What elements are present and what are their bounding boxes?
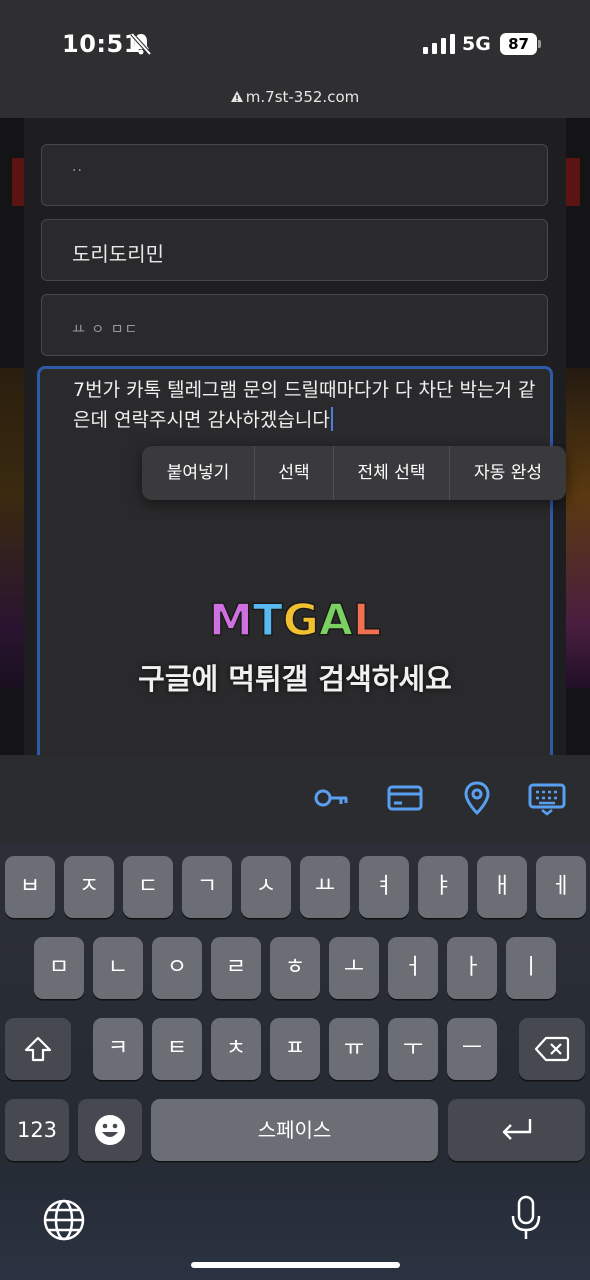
key-ㅡ[interactable]: ㅡ — [447, 1018, 497, 1080]
home-indicator[interactable] — [191, 1262, 400, 1268]
watermark-tagline: 구글에 먹튀갤 검색하세요 — [138, 662, 452, 696]
text-context-menu: 붙여넣기 선택 전체 선택 자동 완성 — [142, 446, 566, 500]
key-ㅏ[interactable]: ㅏ — [447, 937, 497, 999]
bell-off-icon — [130, 32, 152, 56]
key-ㅗ[interactable]: ㅗ — [329, 937, 379, 999]
message-textarea[interactable]: 7번가 카톡 텔레그램 문의 드릴때마다가 다 차단 박는거 같은데 연락주시면… — [37, 366, 553, 766]
key-ㅎ[interactable]: ㅎ — [270, 937, 320, 999]
input-field-1[interactable]: ·· — [41, 144, 548, 206]
context-paste[interactable]: 붙여넣기 — [142, 446, 255, 500]
key-ㅓ[interactable]: ㅓ — [388, 937, 438, 999]
input-field-1-value: ·· — [72, 163, 83, 179]
key-ㅅ[interactable]: ㅅ — [241, 856, 291, 918]
key-ㅔ[interactable]: ㅔ — [536, 856, 586, 918]
warning-icon — [230, 91, 243, 102]
text-caret — [330, 407, 333, 431]
input-field-3-value: ㅛ ㅇ ㅁㄷ — [72, 322, 139, 338]
key-icon[interactable] — [313, 779, 351, 817]
return-arrow-icon — [502, 1119, 531, 1140]
nickname-value: 도리도리민 — [72, 242, 164, 266]
key-ㄹ[interactable]: ㄹ — [211, 937, 261, 999]
key-ㅜ[interactable]: ㅜ — [388, 1018, 438, 1080]
key-ㅌ[interactable]: ㅌ — [152, 1018, 202, 1080]
credit-card-icon[interactable] — [386, 779, 424, 817]
cellular-signal-icon — [423, 34, 455, 54]
key-ㅈ[interactable]: ㅈ — [64, 856, 114, 918]
status-bar: 10:51 5G 87 m.7st-352.com — [0, 0, 590, 118]
network-type: 5G — [462, 33, 491, 55]
key-ㅇ[interactable]: ㅇ — [152, 937, 202, 999]
mtgal-watermark-logo: MTGAL — [208, 595, 382, 647]
key-ㅍ[interactable]: ㅍ — [270, 1018, 320, 1080]
key-ㅕ[interactable]: ㅕ — [359, 856, 409, 918]
key-ㅑ[interactable]: ㅑ — [418, 856, 468, 918]
emoji-key[interactable] — [78, 1099, 142, 1161]
url-text: m.7st-352.com — [245, 88, 360, 106]
delete-key[interactable] — [519, 1018, 585, 1080]
microphone-icon[interactable] — [506, 1194, 546, 1242]
input-field-3[interactable]: ㅛ ㅇ ㅁㄷ — [41, 294, 548, 356]
globe-icon[interactable] — [42, 1198, 86, 1242]
emoji-smiley-icon — [95, 1115, 125, 1145]
autofill-bar — [0, 755, 590, 843]
return-key[interactable] — [448, 1099, 585, 1161]
key-ㅋ[interactable]: ㅋ — [93, 1018, 143, 1080]
battery-icon: 87 — [500, 33, 542, 55]
context-autofill[interactable]: 자동 완성 — [450, 446, 566, 500]
key-ㄴ[interactable]: ㄴ — [93, 937, 143, 999]
location-pin-icon[interactable] — [458, 779, 496, 817]
key-ㄷ[interactable]: ㄷ — [123, 856, 173, 918]
key-ㅐ[interactable]: ㅐ — [477, 856, 527, 918]
context-select[interactable]: 선택 — [255, 446, 334, 500]
nickname-field[interactable]: 도리도리민 — [41, 219, 548, 281]
key-ㅊ[interactable]: ㅊ — [211, 1018, 261, 1080]
message-text: 7번가 카톡 텔레그램 문의 드릴때마다가 다 차단 박는거 같은데 연락주시면… — [73, 379, 536, 431]
backspace-icon — [534, 1036, 570, 1062]
shift-arrow-icon — [24, 1036, 52, 1062]
space-key[interactable]: 스페이스 — [151, 1099, 438, 1161]
key-ㅁ[interactable]: ㅁ — [34, 937, 84, 999]
key-ㅣ[interactable]: ㅣ — [506, 937, 556, 999]
shift-key[interactable] — [5, 1018, 71, 1080]
context-select-all[interactable]: 전체 선택 — [334, 446, 450, 500]
address-bar[interactable]: m.7st-352.com — [0, 88, 590, 106]
battery-level: 87 — [500, 33, 537, 55]
key-ㄱ[interactable]: ㄱ — [182, 856, 232, 918]
key-ㅂ[interactable]: ㅂ — [5, 856, 55, 918]
keyboard-icon[interactable] — [528, 779, 566, 817]
numbers-key[interactable]: 123 — [5, 1099, 69, 1161]
key-ㅛ[interactable]: ㅛ — [300, 856, 350, 918]
key-ㅠ[interactable]: ㅠ — [329, 1018, 379, 1080]
